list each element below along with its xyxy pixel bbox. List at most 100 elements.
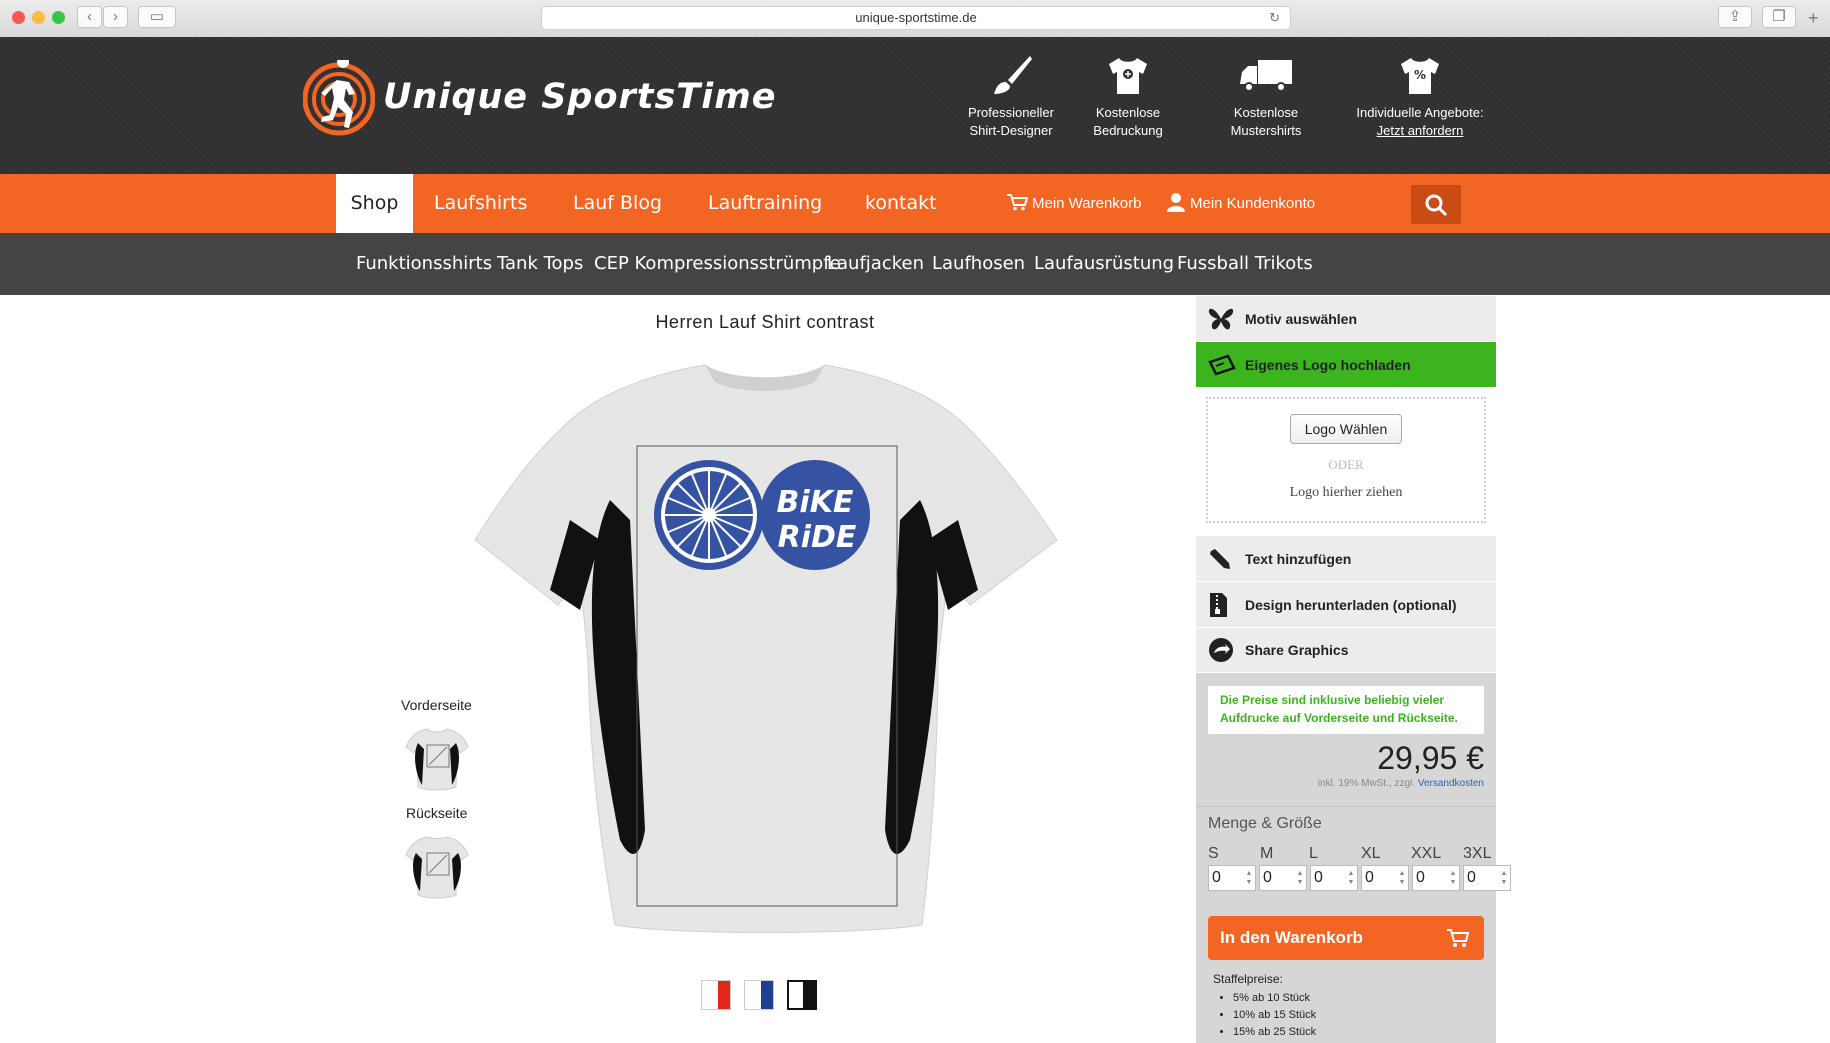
category-laufausruestung[interactable]: Laufausrüstung: [1034, 233, 1174, 295]
drop-hint: Logo hierher ziehen: [1289, 485, 1403, 500]
tax-note: inkl. 19% MwSt., zzgl. Versandkosten: [1317, 778, 1484, 789]
size-label-xl: XL: [1361, 845, 1381, 862]
nav-item-kontakt[interactable]: kontakt: [865, 174, 937, 233]
front-thumbnail[interactable]: [402, 725, 472, 795]
account-link[interactable]: Mein Kundenkonto: [1166, 174, 1315, 233]
category-funktionsshirts[interactable]: Funktionsshirts: [356, 233, 492, 295]
stepper-arrows-icon[interactable]: ▲ ▼: [1245, 869, 1253, 887]
color-swatch-black[interactable]: [787, 980, 817, 1010]
tabs-icon[interactable]: ❐: [1762, 6, 1796, 28]
search-button[interactable]: [1411, 185, 1461, 224]
zoom-window-button[interactable]: [52, 11, 65, 24]
share-panel[interactable]: Share Graphics: [1196, 628, 1496, 673]
tshirt-percent-icon: %: [1401, 58, 1439, 94]
minimize-window-button[interactable]: [32, 11, 45, 24]
design-text-line1: BiKE: [777, 485, 854, 520]
feature-print: Kostenlose Bedruckung: [1058, 54, 1198, 140]
cart-icon: [1447, 929, 1470, 947]
stepper-arrows-icon[interactable]: ▲ ▼: [1500, 869, 1508, 887]
feature-samples: Kostenlose Mustershirts: [1196, 54, 1336, 140]
butterfly-icon: [1208, 308, 1234, 329]
pencil-icon: [1210, 548, 1230, 569]
logo-upload-panel[interactable]: Eigenes Logo hochladen: [1196, 342, 1496, 388]
feature-offers: % Individuelle Angebote: Jetzt anfordern: [1350, 54, 1490, 140]
shipping-link[interactable]: Versandkosten: [1418, 778, 1484, 789]
share-icon[interactable]: ⇪: [1718, 6, 1752, 28]
swatch-fill-blue: [761, 981, 773, 1009]
category-laufhosen[interactable]: Laufhosen: [932, 233, 1025, 295]
motiv-panel[interactable]: Motiv auswählen: [1196, 296, 1496, 342]
back-icon[interactable]: ‹: [77, 6, 102, 28]
svg-text:%: %: [1414, 68, 1426, 82]
or-divider: ODER: [1328, 457, 1364, 472]
size-label-l: L: [1309, 845, 1318, 862]
logo-drop-zone[interactable]: Logo Wählen ODER Logo hierher ziehen: [1206, 397, 1486, 523]
quantity-stepper-m[interactable]: 0 ▲ ▼: [1259, 865, 1307, 891]
swatch-fill-black: [803, 982, 815, 1008]
category-laufjacken[interactable]: Laufjacken: [827, 233, 924, 295]
design-text-line2: RiDE: [778, 520, 857, 555]
quantity-label: Menge & Größe: [1208, 815, 1322, 832]
quantity-stepper-xxl[interactable]: 0 ▲ ▼: [1412, 865, 1460, 891]
sidebar-icon[interactable]: ▭: [138, 6, 176, 28]
download-panel[interactable]: Design herunterladen (optional): [1196, 582, 1496, 628]
tier-item: 15% ab 25 Stück: [1233, 1026, 1316, 1038]
choose-logo-button[interactable]: Logo Wählen: [1290, 414, 1402, 444]
browser-toolbar: ‹ › ▭ unique-sportstime.de ↻ ⇪ ❐ +: [0, 0, 1830, 38]
nav-item-lauf-blog[interactable]: Lauf Blog: [573, 174, 662, 233]
size-label-xxl: XXL: [1411, 845, 1442, 862]
url-text: unique-sportstime.de: [855, 10, 977, 25]
quantity-stepper-3xl[interactable]: 0 ▲ ▼: [1463, 865, 1511, 891]
price: 29,95 €: [1377, 740, 1484, 776]
nav-item-shop[interactable]: Shop: [336, 174, 413, 243]
tshirt-plus-icon: [1109, 58, 1147, 94]
category-fussball-trikots[interactable]: Fussball Trikots: [1177, 233, 1313, 295]
product-title: Herren Lauf Shirt contrast: [655, 312, 875, 332]
color-swatch-red[interactable]: [701, 980, 731, 1010]
site-header: [0, 37, 1830, 174]
category-tank-tops[interactable]: Tank Tops: [497, 233, 583, 295]
quantity-stepper-s[interactable]: 0 ▲ ▼: [1208, 865, 1256, 891]
forward-icon[interactable]: ›: [103, 6, 128, 28]
offers-link[interactable]: Jetzt anfordern: [1377, 123, 1464, 138]
tier-item: 10% ab 15 Stück: [1233, 1009, 1316, 1021]
front-label: Vorderseite: [401, 697, 472, 713]
divider: [1196, 806, 1496, 807]
cart-icon: [1007, 194, 1029, 211]
upload-logo-icon: [1208, 353, 1236, 376]
size-label-s: S: [1208, 845, 1219, 862]
nav-item-laufshirts[interactable]: Laufshirts: [434, 174, 527, 233]
truck-icon: [1240, 60, 1292, 92]
nav-item-lauftraining[interactable]: Lauftraining: [708, 174, 822, 233]
zip-file-icon: [1210, 592, 1227, 617]
quantity-stepper-l[interactable]: 0 ▲ ▼: [1310, 865, 1358, 891]
address-bar[interactable]: unique-sportstime.de ↻: [541, 6, 1291, 30]
category-cep[interactable]: CEP Kompressionsstrümpfe: [594, 233, 841, 295]
color-swatch-blue[interactable]: [744, 980, 774, 1010]
close-window-button[interactable]: [12, 11, 25, 24]
stepper-arrows-icon[interactable]: ▲ ▼: [1398, 869, 1406, 887]
add-to-cart-button[interactable]: In den Warenkorb: [1208, 916, 1484, 960]
tier-item: 5% ab 10 Stück: [1233, 992, 1316, 1004]
brush-icon: [994, 56, 1032, 94]
add-text-panel[interactable]: Text hinzufügen: [1196, 536, 1496, 582]
logo-text[interactable]: Unique SportsTime: [383, 77, 776, 117]
stepper-arrows-icon[interactable]: ▲ ▼: [1347, 869, 1355, 887]
share-icon: [1209, 638, 1233, 662]
tier-pricing: Staffelpreise: 5% ab 10 Stück 10% ab 15 …: [1213, 972, 1316, 1043]
search-icon: [1425, 194, 1448, 217]
new-tab-icon[interactable]: +: [1808, 8, 1819, 29]
price-note: Die Preise sind inklusive beliebig viele…: [1208, 686, 1484, 734]
back-label: Rückseite: [406, 805, 468, 821]
quantity-stepper-xl[interactable]: 0 ▲ ▼: [1361, 865, 1409, 891]
bike-ride-design[interactable]: BiKE RiDE: [653, 455, 873, 575]
reload-icon[interactable]: ↻: [1269, 7, 1280, 29]
stepper-arrows-icon[interactable]: ▲ ▼: [1296, 869, 1304, 887]
user-icon: [1167, 193, 1185, 212]
size-label-3xl: 3XL: [1463, 845, 1492, 862]
logo-runner-icon[interactable]: [303, 60, 375, 138]
stepper-arrows-icon[interactable]: ▲ ▼: [1449, 869, 1457, 887]
back-thumbnail[interactable]: [402, 833, 472, 903]
cart-link[interactable]: Mein Warenkorb: [1006, 174, 1141, 233]
size-label-m: M: [1260, 845, 1274, 862]
